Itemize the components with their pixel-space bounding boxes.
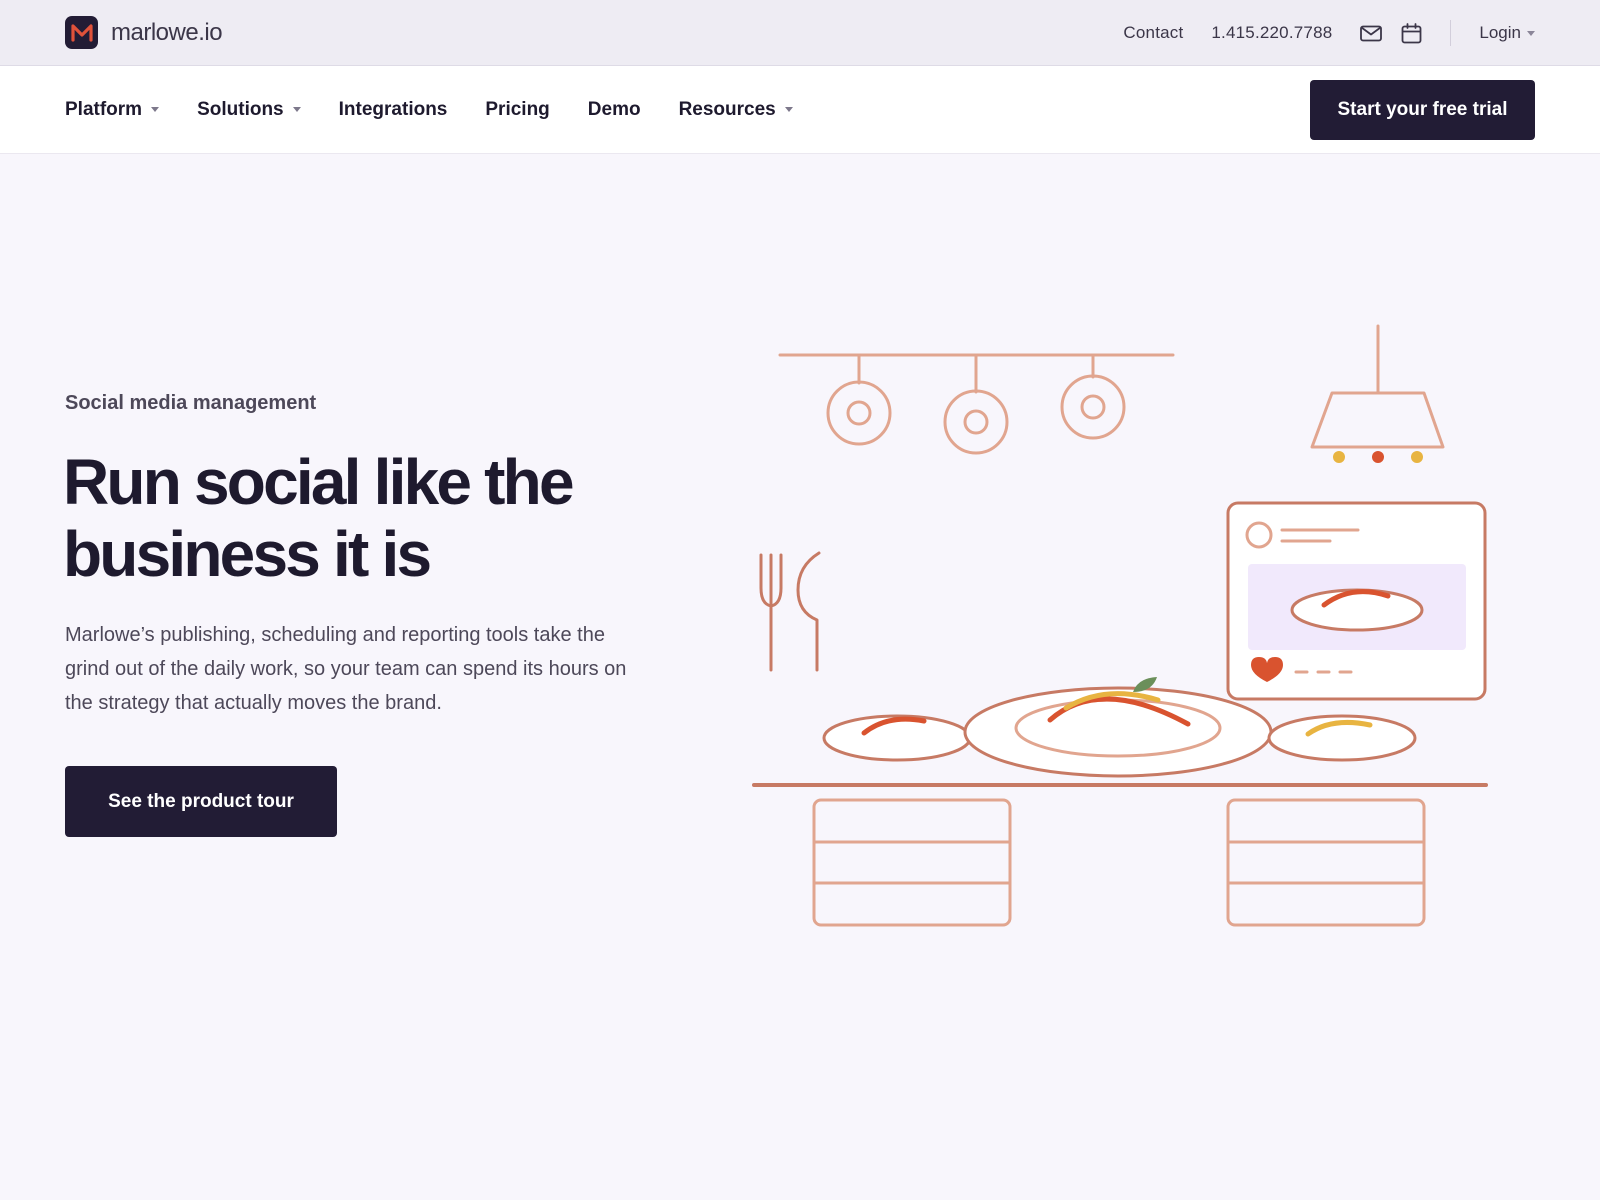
nav-item-pricing[interactable]: Pricing [485, 99, 549, 121]
nav-item-label: Platform [65, 99, 143, 120]
hero-headline-line-2: business it is [63, 518, 432, 590]
nav-item-integrations[interactable]: Integrations [339, 99, 448, 121]
nav-item-label: Demo [587, 99, 641, 120]
social-post-card-illustration [1226, 501, 1487, 701]
brand-name: marlowe.io [111, 18, 223, 46]
mail-icon[interactable] [1360, 22, 1383, 44]
start-free-trial-button[interactable]: Start your free trial [1310, 80, 1535, 140]
utility-bar: marlowe.io Contact 1.415.220.7788 Login [0, 0, 1600, 66]
nav-item-demo[interactable]: Demo [588, 99, 641, 121]
chevron-down-icon [292, 106, 301, 112]
nav-item-solutions[interactable]: Solutions [197, 99, 301, 121]
nav-item-label: Integrations [338, 99, 448, 120]
product-tour-button[interactable]: See the product tour [65, 766, 337, 837]
chevron-down-icon [784, 106, 793, 112]
pendant-lights-illustration [778, 353, 1175, 455]
brand-logo[interactable]: marlowe.io [65, 16, 223, 49]
hero-headline-line-1: Run social like the [63, 446, 575, 518]
hero-illustration [752, 324, 1488, 927]
nav-item-label: Solutions [197, 99, 284, 120]
logo-mark-icon [65, 16, 98, 49]
lamp-illustration [1310, 324, 1445, 463]
calendar-icon[interactable] [1400, 22, 1422, 44]
nav-item-label: Pricing [485, 99, 550, 120]
login-dropdown[interactable]: Login [1479, 23, 1535, 43]
nav-item-resources[interactable]: Resources [679, 99, 793, 121]
login-label: Login [1479, 23, 1521, 42]
hero-eyebrow: Social media management [65, 392, 317, 414]
main-nav: Platform Solutions Integrations Pricing … [0, 66, 1600, 154]
utility-links: Contact 1.415.220.7788 Login [1123, 0, 1535, 66]
fork-knife-icon [759, 551, 821, 672]
hero-headline: Run social like the business it is [63, 446, 663, 590]
chevron-down-icon [1527, 30, 1535, 36]
nav-item-platform[interactable]: Platform [65, 99, 160, 121]
chevron-down-icon [151, 106, 160, 112]
contact-link[interactable]: Contact [1123, 23, 1183, 43]
table-illustration [752, 783, 1488, 927]
nav-menu: Platform Solutions Integrations Pricing … [65, 66, 831, 154]
nav-item-label: Resources [678, 99, 776, 120]
phone-link[interactable]: 1.415.220.7788 [1211, 23, 1332, 43]
hero-description: Marlowe’s publishing, scheduling and rep… [65, 624, 627, 714]
utility-divider [1450, 20, 1452, 46]
